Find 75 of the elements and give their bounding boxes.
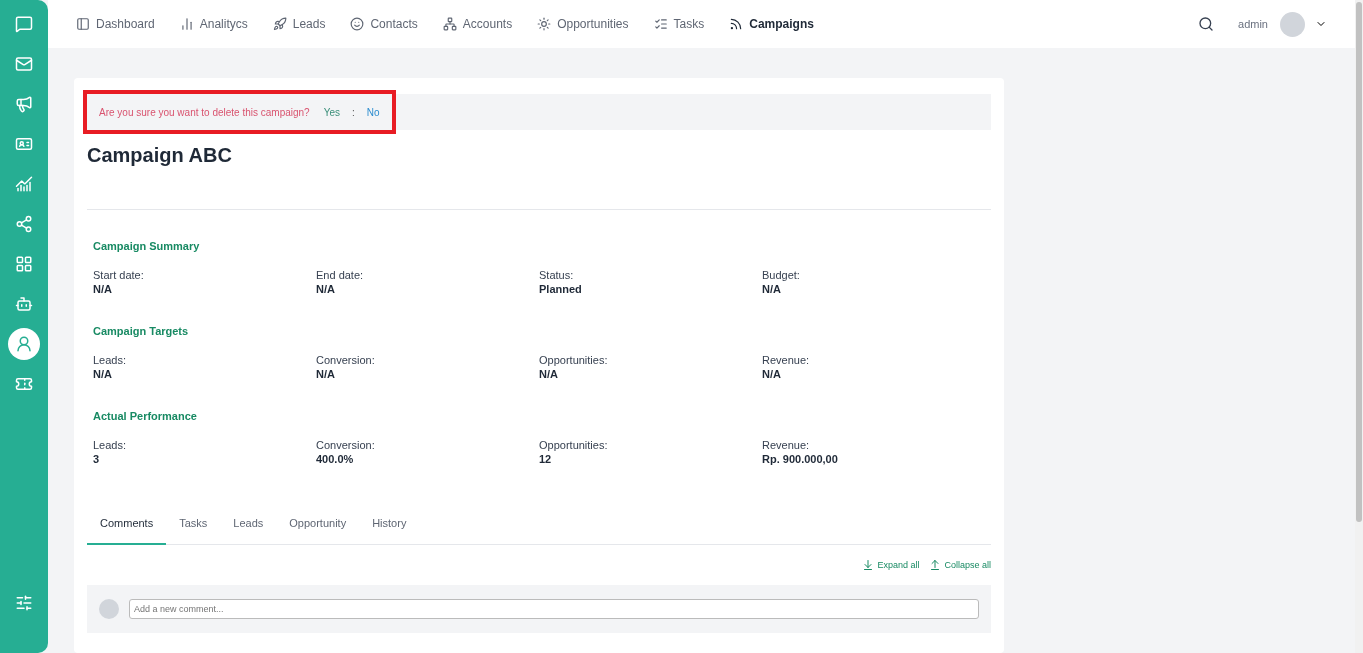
nav-link[interactable]: Accounts xyxy=(442,17,513,31)
nav-link[interactable]: Campaigns xyxy=(729,17,814,31)
field-label: Conversion: xyxy=(316,439,376,451)
field-value: N/A xyxy=(316,368,336,380)
ticket-icon xyxy=(15,375,33,393)
confirm-message: Are you sure you want to delete this campaign? xyxy=(99,106,310,118)
scrollbar[interactable] xyxy=(1355,0,1363,653)
smile-icon xyxy=(350,17,365,31)
mail-icon xyxy=(15,55,33,73)
action-link[interactable]: Collapse all xyxy=(929,559,991,571)
grid-icon xyxy=(15,255,33,273)
field-label: Opportunities: xyxy=(539,354,609,366)
tab[interactable]: Comments xyxy=(87,505,167,545)
field-label: Opportunities: xyxy=(539,439,609,451)
field-value: N/A xyxy=(93,368,113,380)
field-value: 400.0% xyxy=(316,453,355,465)
field-label: End date: xyxy=(316,269,365,281)
nav-link[interactable]: Tasks xyxy=(653,17,705,31)
bars-icon xyxy=(179,17,194,31)
field-value: N/A xyxy=(762,283,782,295)
tab[interactable]: Opportunity xyxy=(276,505,360,545)
field-label: Status: xyxy=(539,269,575,281)
field-value: N/A xyxy=(762,368,782,380)
field-value: 3 xyxy=(93,453,101,465)
share-icon xyxy=(15,215,33,233)
field-label: Leads: xyxy=(93,354,128,366)
bot-icon xyxy=(15,295,33,313)
field-value: N/A xyxy=(93,283,113,295)
tab[interactable]: Tasks xyxy=(166,505,221,545)
comment-field[interactable]: Add a new comment... xyxy=(129,599,979,619)
no-link[interactable]: No xyxy=(366,106,380,118)
card-icon xyxy=(15,135,33,153)
separator: : xyxy=(352,106,355,118)
search-icon[interactable] xyxy=(1198,16,1215,32)
field-value: Rp. 900.000,00 xyxy=(762,453,839,465)
field-value: N/A xyxy=(316,283,336,295)
sidebar-button[interactable] xyxy=(8,328,40,360)
megaphone-icon xyxy=(15,95,33,113)
user-name: admin xyxy=(1238,18,1268,30)
expand-icon xyxy=(862,559,875,571)
section-title: Actual Performance xyxy=(93,410,198,422)
list-icon xyxy=(653,17,668,31)
field-label: Start date: xyxy=(93,269,145,281)
collapse-icon xyxy=(929,559,942,571)
tab[interactable]: History xyxy=(359,505,420,545)
nav-link[interactable]: Leads xyxy=(272,17,326,31)
sun-icon xyxy=(537,17,552,31)
nav-link[interactable]: Analitycs xyxy=(179,17,248,31)
avatar[interactable] xyxy=(1280,11,1305,37)
dashboard-icon xyxy=(76,17,90,31)
page-title: Campaign ABC xyxy=(87,144,233,167)
field-label: Revenue: xyxy=(762,439,811,451)
network-icon xyxy=(442,17,457,31)
yes-link[interactable]: Yes xyxy=(323,106,340,118)
field-value: 12 xyxy=(539,453,553,465)
avatar xyxy=(99,599,119,619)
rss-icon xyxy=(729,17,744,31)
chart-icon xyxy=(15,175,33,193)
section-title: Campaign Targets xyxy=(93,325,190,337)
field-label: Revenue: xyxy=(762,354,811,366)
field-label: Budget: xyxy=(762,269,801,281)
sliders-icon xyxy=(15,594,33,612)
field-value: N/A xyxy=(539,368,559,380)
nav-link[interactable]: Contacts xyxy=(350,17,418,31)
rocket-icon xyxy=(272,17,287,31)
section-title: Campaign Summary xyxy=(93,240,201,252)
field-value: Planned xyxy=(539,283,583,295)
action-link[interactable]: Expand all xyxy=(862,559,920,571)
nav-link[interactable]: Dashboard xyxy=(76,17,155,31)
field-label: Conversion: xyxy=(316,354,376,366)
user-icon xyxy=(15,335,33,353)
chat-icon xyxy=(15,15,33,33)
tab[interactable]: Leads xyxy=(220,505,277,545)
nav-link[interactable]: Opportunities xyxy=(537,17,629,31)
field-label: Leads: xyxy=(93,439,128,451)
